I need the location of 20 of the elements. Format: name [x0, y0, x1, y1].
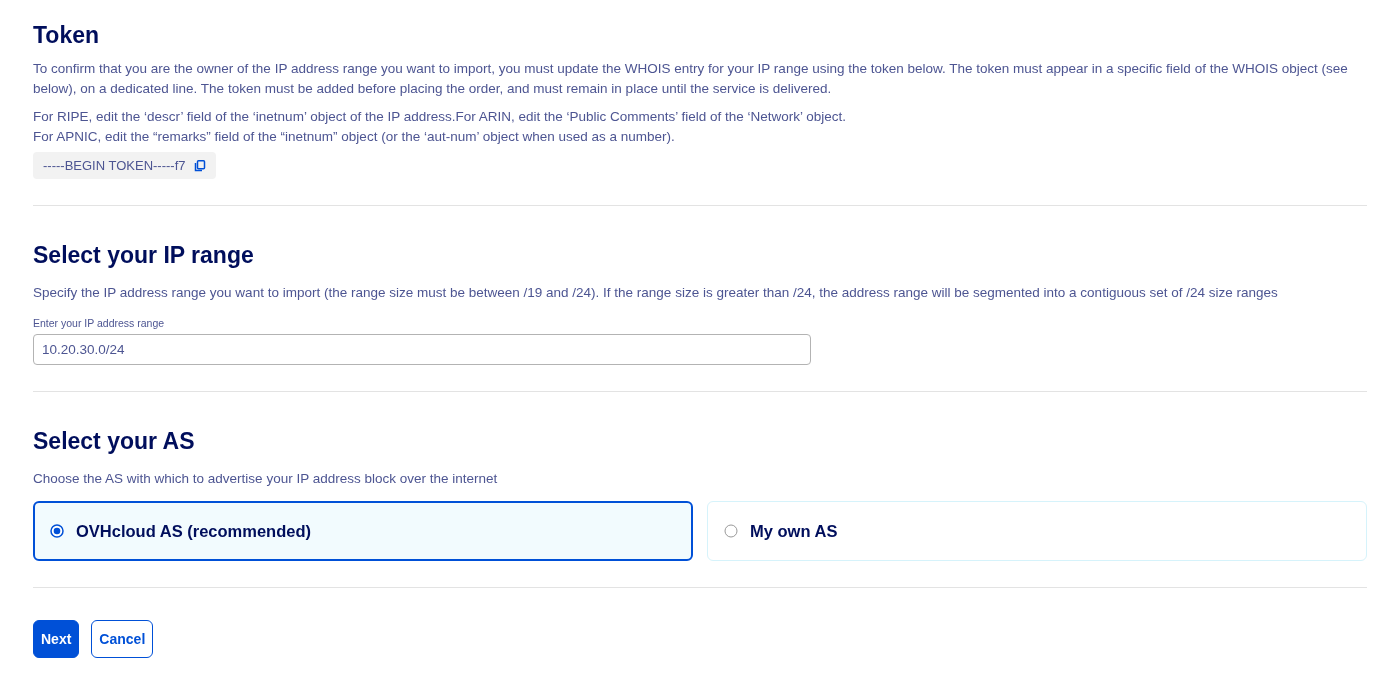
- option-label: OVHcloud AS (recommended): [76, 521, 311, 541]
- as-option-card[interactable]: My own AS: [707, 501, 1367, 561]
- as-option-card[interactable]: OVHcloud AS (recommended): [33, 501, 693, 561]
- option-label: My own AS: [750, 521, 838, 541]
- field-label: Enter your IP address range: [33, 317, 165, 329]
- instruction-text: For APNIC, edit the “remarks” field of the “inetnum” object (or the ‘aut-num’ object when used as a number).: [33, 128, 676, 146]
- description-text: Specify the IP address range you want to import (the range size must be between /19 and /24). If the range size is greater than /24, the address range will be segmented into a contiguous set of /24 size ranges: [33, 284, 1279, 302]
- description-text: Choose the AS with which to advertise your IP address block over the internet: [33, 470, 499, 488]
- section-title: Select your IP range: [33, 242, 255, 269]
- next-button[interactable]: Next: [33, 620, 80, 658]
- radio-button[interactable]: [50, 524, 64, 538]
- token-text: -----BEGIN TOKEN-----f7: [43, 158, 186, 173]
- section-title: Select your AS: [33, 428, 196, 455]
- description-text: To confirm that you are the owner of the IP address range you want to import, you must update the WHOIS entry for your IP range using the token below. The token must appear in a specific field of the WHOIS object (see below), on a dedicated line. The token must be added before placing the order, and must remain in place until the service is delivered.: [33, 60, 1349, 98]
- copy-icon[interactable]: [193, 159, 206, 172]
- instruction-text: For RIPE, edit the ‘descr’ field of the ‘inetnum’ object of the IP address.For ARIN, edit the ‘Public Comments’ field of the ‘Network’ object.: [33, 108, 848, 126]
- ip-range-field[interactable]: 10.20.30.0/24: [33, 334, 811, 365]
- cancel-button[interactable]: Cancel: [91, 620, 154, 658]
- radio-button[interactable]: [724, 524, 738, 538]
- section-title: Token: [33, 22, 101, 49]
